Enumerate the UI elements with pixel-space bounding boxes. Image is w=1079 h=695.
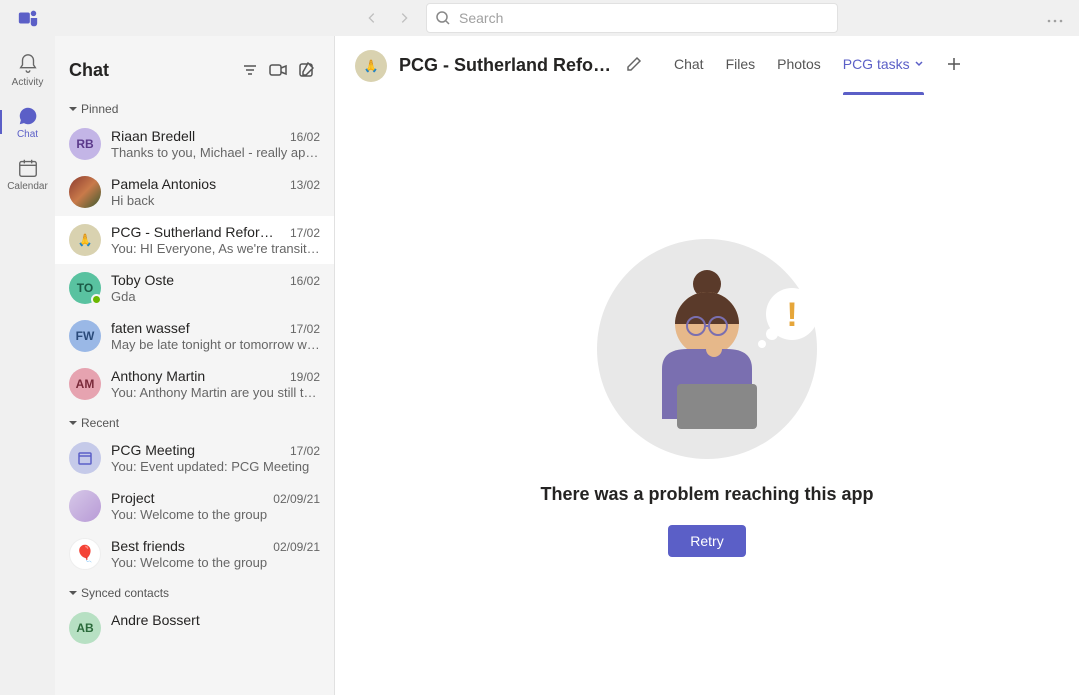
- nav-forward-button[interactable]: [390, 4, 418, 32]
- chat-preview: Hi back: [111, 193, 320, 208]
- error-message: There was a problem reaching this app: [540, 484, 873, 505]
- more-options-button[interactable]: [1039, 10, 1071, 26]
- chat-preview: Gda: [111, 289, 320, 304]
- bell-icon: [17, 53, 39, 75]
- section-synced[interactable]: Synced contacts: [55, 578, 334, 604]
- avatar: FW: [69, 320, 101, 352]
- chevron-down-icon: [69, 589, 77, 597]
- section-recent-label: Recent: [81, 416, 119, 430]
- chat-preview: May be late tonight or tomorrow w…: [111, 337, 320, 352]
- search-icon: [435, 10, 451, 26]
- conversation-title: PCG - Sutherland Refor…: [399, 55, 614, 76]
- tab-files[interactable]: Files: [726, 56, 756, 76]
- compose-button[interactable]: [292, 56, 320, 84]
- chat-item[interactable]: 🎈 Best friends 02/09/21 You: Welcome to t…: [55, 530, 334, 578]
- chat-icon: [17, 105, 39, 127]
- chat-date: 19/02: [290, 370, 320, 384]
- nav-back-button[interactable]: [358, 4, 386, 32]
- tab-chat[interactable]: Chat: [674, 56, 704, 76]
- chat-list-panel: Chat Pinned RB Riaan Bredell 16/02 Thanks…: [55, 36, 335, 695]
- tab-content: ! There was a problem reaching this app …: [335, 96, 1079, 695]
- section-pinned[interactable]: Pinned: [55, 94, 334, 120]
- tab-photos[interactable]: Photos: [777, 56, 821, 76]
- chat-name: Anthony Martin: [111, 368, 205, 384]
- conversation-avatar: 🙏: [355, 50, 387, 82]
- avatar: 🎈: [69, 538, 101, 570]
- emoji-icon: 🎈: [75, 544, 95, 564]
- chat-preview: You: Event updated: PCG Meeting: [111, 459, 320, 474]
- section-synced-label: Synced contacts: [81, 586, 169, 600]
- chevron-down-icon: [69, 419, 77, 427]
- chat-name: faten wassef: [111, 320, 190, 336]
- chat-date: 17/02: [290, 322, 320, 336]
- chat-date: 02/09/21: [273, 492, 320, 506]
- rail-calendar-label: Calendar: [7, 181, 48, 192]
- chat-item[interactable]: FW faten wassef 17/02 May be late tonight…: [55, 312, 334, 360]
- chat-preview: You: Anthony Martin are you still th…: [111, 385, 320, 400]
- avatar: 🙏: [69, 224, 101, 256]
- search-input[interactable]: Search: [426, 3, 838, 33]
- chat-date: 16/02: [290, 274, 320, 288]
- rail-calendar[interactable]: Calendar: [0, 148, 55, 200]
- calendar-icon: [17, 157, 39, 179]
- avatar: AM: [69, 368, 101, 400]
- presence-available-icon: [91, 294, 102, 305]
- avatar: [69, 176, 101, 208]
- chat-item[interactable]: 🙏 PCG - Sutherland Refor… 17/02 You: HI E…: [55, 216, 334, 264]
- chat-item[interactable]: PCG Meeting 17/02 You: Event updated: PCG…: [55, 434, 334, 482]
- section-pinned-label: Pinned: [81, 102, 118, 116]
- chat-date: 13/02: [290, 178, 320, 192]
- conversation-panel: 🙏 PCG - Sutherland Refor… Chat Files Pho…: [335, 36, 1079, 695]
- avatar: TO: [69, 272, 101, 304]
- rail-activity[interactable]: Activity: [0, 44, 55, 96]
- tab-tasks[interactable]: PCG tasks: [843, 56, 924, 76]
- chat-date: 17/02: [290, 226, 320, 240]
- chat-name: Pamela Antonios: [111, 176, 216, 192]
- top-bar: Search: [0, 0, 1079, 36]
- chat-date: 02/09/21: [273, 540, 320, 554]
- chat-date: 16/02: [290, 130, 320, 144]
- avatar: RB: [69, 128, 101, 160]
- chat-preview: Thanks to you, Michael - really app…: [111, 145, 320, 160]
- retry-button[interactable]: Retry: [668, 525, 745, 557]
- chat-item[interactable]: AB Andre Bossert: [55, 604, 334, 652]
- filter-button[interactable]: [236, 56, 264, 84]
- chat-preview: You: Welcome to the group: [111, 555, 320, 570]
- add-tab-button[interactable]: [946, 56, 962, 75]
- chat-name: Project: [111, 490, 155, 506]
- chat-name: Andre Bossert: [111, 612, 200, 628]
- chat-name: PCG - Sutherland Refor…: [111, 224, 274, 240]
- avatar: [69, 442, 101, 474]
- chevron-down-icon: [914, 59, 924, 69]
- calendar-icon: [77, 450, 93, 466]
- search-placeholder: Search: [459, 10, 503, 26]
- svg-text:!: !: [786, 296, 797, 334]
- teams-logo: [8, 7, 48, 29]
- chat-list-title: Chat: [69, 60, 236, 81]
- chat-preview: You: Welcome to the group: [111, 507, 320, 522]
- chat-name: Toby Oste: [111, 272, 174, 288]
- app-rail: Activity Chat Calendar: [0, 36, 55, 695]
- meet-now-button[interactable]: [264, 56, 292, 84]
- edit-title-button[interactable]: [626, 56, 642, 75]
- avatar: [69, 490, 101, 522]
- chat-name: Riaan Bredell: [111, 128, 195, 144]
- rail-chat-label: Chat: [17, 129, 38, 140]
- section-recent[interactable]: Recent: [55, 408, 334, 434]
- chat-name: PCG Meeting: [111, 442, 195, 458]
- chevron-down-icon: [69, 105, 77, 113]
- rail-activity-label: Activity: [12, 77, 44, 88]
- chat-item[interactable]: Project 02/09/21 You: Welcome to the grou…: [55, 482, 334, 530]
- chat-item[interactable]: TO Toby Oste 16/02 Gda: [55, 264, 334, 312]
- rail-chat[interactable]: Chat: [0, 96, 55, 148]
- conversation-header: 🙏 PCG - Sutherland Refor… Chat Files Pho…: [335, 36, 1079, 96]
- chat-name: Best friends: [111, 538, 185, 554]
- avatar: AB: [69, 612, 101, 644]
- chat-date: 17/02: [290, 444, 320, 458]
- chat-preview: You: HI Everyone, As we're transitio…: [111, 241, 320, 256]
- chat-item[interactable]: RB Riaan Bredell 16/02 Thanks to you, Mic…: [55, 120, 334, 168]
- chat-item[interactable]: Pamela Antonios 13/02 Hi back: [55, 168, 334, 216]
- error-illustration: !: [592, 234, 822, 464]
- chat-item[interactable]: AM Anthony Martin 19/02 You: Anthony Mart…: [55, 360, 334, 408]
